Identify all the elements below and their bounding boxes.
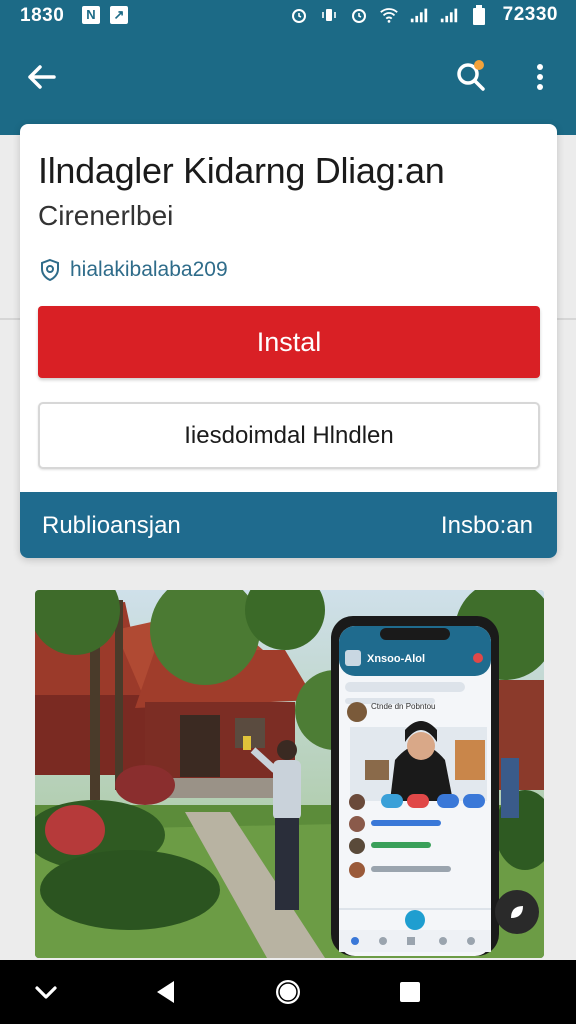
band-right-link[interactable]: Insbo:an <box>441 512 533 540</box>
promo-phone-header: Xnsoo-Alol <box>367 653 426 665</box>
developer-row[interactable]: hialakibalaba209 <box>38 258 228 282</box>
promo-post-name: Ctnde dn Pobntou <box>371 702 436 711</box>
status-time-right: 72330 <box>502 4 558 25</box>
alarm-icon-2 <box>349 5 369 25</box>
back-button[interactable] <box>24 60 58 94</box>
card-band: Rublioansjan Insbo:an <box>20 492 557 558</box>
more-options-button[interactable] <box>528 60 552 94</box>
app-card: Ilndagler Kidarng Dliag:an Cirenerlbei h… <box>20 124 557 558</box>
alarm-icon <box>289 5 309 25</box>
app-subtitle: Cirenerlbei <box>38 200 174 231</box>
status-bar: 1830 N ↗ 72330 <box>0 0 576 32</box>
notification-app-icon: ↗ <box>110 6 128 24</box>
app-title: Ilndagler Kidarng Dliag:an <box>38 150 445 191</box>
promo-screenshot[interactable]: Xnsoo-Alol Ctnde dn Pobntou <box>35 590 544 958</box>
promo-illustration <box>35 590 544 958</box>
nav-home-button[interactable] <box>270 974 306 1010</box>
wifi-icon <box>379 5 399 25</box>
secondary-button[interactable]: Iiesdoimdal Hlndlen <box>38 402 540 469</box>
back-triangle-icon <box>157 981 174 1003</box>
install-button[interactable]: Instal <box>38 306 540 378</box>
arrow-left-icon <box>28 65 56 89</box>
shield-icon <box>41 258 59 282</box>
notification-n-icon: N <box>82 6 100 24</box>
nav-back-button[interactable] <box>148 974 184 1010</box>
collapse-button[interactable] <box>28 974 64 1010</box>
status-time: 1830 <box>20 5 65 26</box>
recents-square-icon <box>400 982 420 1002</box>
app-bar: 1830 N ↗ 72330 <box>0 0 576 135</box>
more-vertical-icon <box>537 64 543 90</box>
signal-icon <box>409 5 429 25</box>
promo-fab[interactable] <box>495 890 539 934</box>
leaf-icon <box>511 906 523 918</box>
developer-name[interactable]: hialakibalaba209 <box>70 258 228 282</box>
vibrate-icon <box>319 5 339 25</box>
band-left-link[interactable]: Rublioansjan <box>42 512 181 540</box>
system-nav-bar <box>0 960 576 1024</box>
home-circle-icon <box>276 980 300 1004</box>
nav-recents-button[interactable] <box>392 974 428 1010</box>
chevron-down-icon <box>35 986 57 999</box>
battery-icon <box>469 5 489 25</box>
notification-dot <box>474 60 484 70</box>
signal-icon-2 <box>439 5 459 25</box>
